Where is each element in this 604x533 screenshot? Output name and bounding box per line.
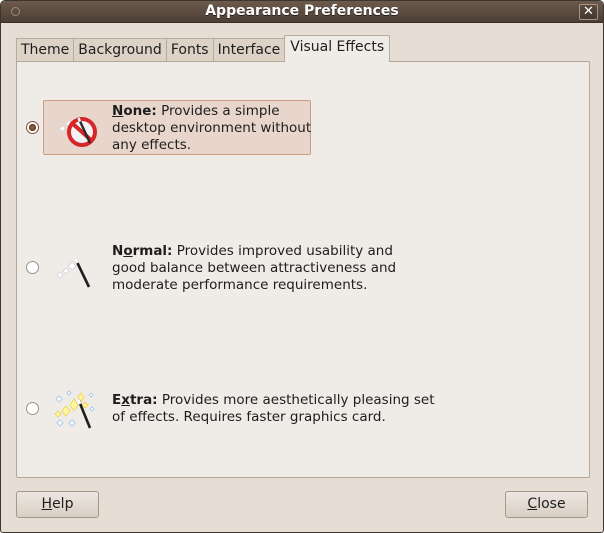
option-none[interactable]: None: Provides a simple desktop environm… [17, 100, 589, 157]
tab-theme[interactable]: Theme [16, 38, 75, 62]
option-normal-title: rmal: [132, 243, 173, 259]
close-mnemonic: C [527, 496, 538, 512]
option-extra-box[interactable]: Extra: Provides more aesthetically pleas… [43, 380, 435, 435]
no-effects-wand-icon [59, 116, 97, 147]
tab-background[interactable]: Background [73, 38, 167, 62]
radio-normal[interactable] [26, 261, 39, 274]
tab-bar: Theme Background Fonts Interface Visual … [16, 35, 391, 62]
option-extra-mnemonic: x [121, 392, 130, 408]
help-label: elp [52, 496, 74, 512]
option-none-title: one: [123, 103, 157, 119]
tab-fonts[interactable]: Fonts [165, 38, 214, 62]
option-normal-title-start: N [112, 243, 124, 259]
sparkle-wand-icon [54, 390, 95, 429]
radio-none[interactable] [26, 121, 39, 134]
option-normal-description: Normal: Provides improved usability and … [112, 243, 396, 294]
option-extra-line-2: of effects. Requires faster graphics car… [112, 409, 386, 425]
option-none-line-1: Provides a simple [161, 103, 280, 119]
option-extra-description: Extra: Provides more aesthetically pleas… [112, 392, 435, 426]
option-none-mnemonic: N [112, 103, 124, 119]
option-extra-title: tra: [129, 392, 158, 408]
option-normal-box[interactable]: Normal: Provides improved usability and … [43, 240, 396, 295]
window-close-button[interactable]: ✕ [579, 4, 598, 20]
close-label: lose [537, 496, 566, 512]
visual-effects-panel: None: Provides a simple desktop environm… [16, 61, 590, 478]
option-none-description: None: Provides a simple desktop environm… [112, 103, 311, 154]
magic-wand-icon [56, 258, 91, 288]
option-normal[interactable]: Normal: Provides improved usability and … [17, 240, 589, 297]
close-button[interactable]: Close [505, 491, 588, 518]
option-none-box[interactable]: None: Provides a simple desktop environm… [43, 100, 311, 155]
help-mnemonic: H [41, 496, 53, 512]
option-normal-line-3: moderate performance requirements. [112, 277, 368, 293]
radio-extra[interactable] [26, 402, 39, 415]
help-button[interactable]: Help [16, 491, 99, 518]
appearance-preferences-window: Appearance Preferences ✕ Theme Backgroun… [0, 0, 604, 533]
option-extra-title-start: E [112, 392, 122, 408]
option-none-line-3: any effects. [112, 137, 192, 153]
option-none-line-2: desktop environment without [112, 120, 312, 136]
option-normal-line-2: good balance between attractiveness and [112, 260, 397, 276]
tab-interface[interactable]: Interface [212, 38, 286, 62]
option-normal-line-1: Provides improved usability and [176, 243, 393, 259]
title-bar[interactable]: Appearance Preferences ✕ [1, 1, 603, 23]
option-extra[interactable]: Extra: Provides more aesthetically pleas… [17, 380, 589, 437]
option-normal-mnemonic: o [123, 243, 133, 259]
window-title: Appearance Preferences [205, 3, 399, 19]
option-extra-line-1: Provides more aesthetically pleasing set [161, 392, 435, 408]
tab-visual-effects[interactable]: Visual Effects [284, 35, 391, 62]
